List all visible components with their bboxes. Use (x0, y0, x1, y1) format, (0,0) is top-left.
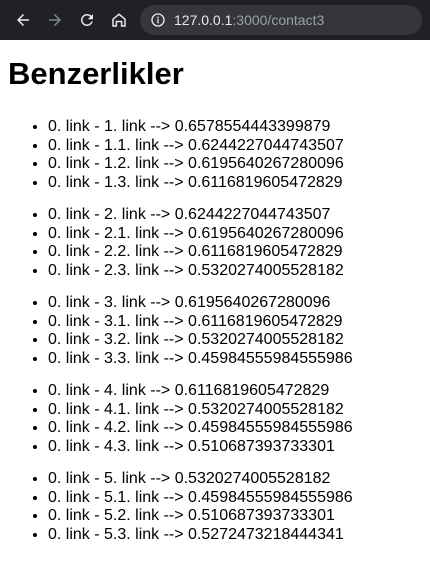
home-button[interactable] (104, 5, 134, 35)
similarity-list-5: 0. link - 5. link --> 0.5320274005528182… (8, 470, 422, 544)
list-item: 0. link - 1. link --> 0.6578554443399879 (48, 118, 422, 137)
list-item: 0. link - 2.2. link --> 0.61168196054728… (48, 243, 422, 262)
list-item: 0. link - 5.2. link --> 0.51068739373330… (48, 507, 422, 526)
list-item: 0. link - 3.3. link --> 0.45984555984555… (48, 350, 422, 369)
list-item: 0. link - 1.2. link --> 0.61956402672800… (48, 155, 422, 174)
url-path: :3000/contact3 (232, 12, 325, 28)
similarity-list-1: 0. link - 1. link --> 0.6578554443399879… (8, 118, 422, 192)
similarity-list-4: 0. link - 4. link --> 0.6116819605472829… (8, 382, 422, 456)
list-item: 0. link - 4.1. link --> 0.53202740055281… (48, 401, 422, 420)
list-item: 0. link - 3.1. link --> 0.61168196054728… (48, 313, 422, 332)
site-info-icon[interactable] (150, 12, 166, 28)
arrow-right-icon (49, 14, 61, 26)
page-title: Benzerlikler (8, 56, 184, 91)
browser-toolbar: 127.0.0.1:3000/contact3 (0, 0, 430, 40)
address-bar[interactable]: 127.0.0.1:3000/contact3 (140, 5, 422, 35)
list-item: 0. link - 5.1. link --> 0.45984555984555… (48, 489, 422, 508)
list-item: 0. link - 1.3. link --> 0.61168196054728… (48, 174, 422, 193)
list-item: 0. link - 5. link --> 0.5320274005528182 (48, 470, 422, 489)
list-item: 0. link - 4.2. link --> 0.45984555984555… (48, 419, 422, 438)
forward-button[interactable] (40, 5, 70, 35)
list-item: 0. link - 1.1. link --> 0.62442270447435… (48, 137, 422, 156)
list-item: 0. link - 2.3. link --> 0.53202740055281… (48, 262, 422, 281)
list-item: 0. link - 2.1. link --> 0.61956402672800… (48, 225, 422, 244)
reload-button[interactable] (72, 5, 102, 35)
page-content: Benzerlikler 0. link - 1. link --> 0.657… (0, 40, 430, 544)
similarity-list-2: 0. link - 2. link --> 0.6244227044743507… (8, 206, 422, 280)
home-icon (112, 13, 126, 27)
list-item: 0. link - 4. link --> 0.6116819605472829 (48, 382, 422, 401)
list-item: 0. link - 5.3. link --> 0.52724732184443… (48, 526, 422, 545)
list-item: 0. link - 3. link --> 0.6195640267280096 (48, 294, 422, 313)
list-item: 0. link - 2. link --> 0.6244227044743507 (48, 206, 422, 225)
list-item: 0. link - 3.2. link --> 0.53202740055281… (48, 331, 422, 350)
list-item: 0. link - 4.3. link --> 0.51068739373330… (48, 438, 422, 457)
similarity-list-3: 0. link - 3. link --> 0.6195640267280096… (8, 294, 422, 368)
arrow-left-icon (17, 14, 29, 26)
url-host: 127.0.0.1 (174, 12, 233, 28)
back-button[interactable] (8, 5, 38, 35)
reload-icon (80, 13, 93, 26)
